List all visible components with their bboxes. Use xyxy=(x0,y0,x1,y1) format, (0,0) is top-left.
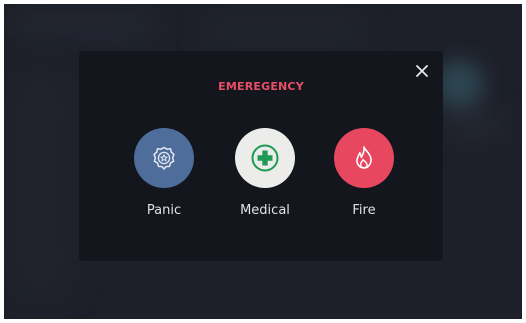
medical-cross-icon xyxy=(251,144,279,172)
medical-option[interactable]: Medical xyxy=(225,128,305,218)
app-background: EMEREGENCY Panic Medical Fire xyxy=(4,4,522,319)
fire-label: Fire xyxy=(352,203,376,218)
blurred-background-text xyxy=(444,116,504,130)
fire-button[interactable] xyxy=(334,128,394,188)
medical-label: Medical xyxy=(240,203,290,218)
emergency-modal: EMEREGENCY Panic Medical Fire xyxy=(79,51,443,261)
panic-button[interactable] xyxy=(134,128,194,188)
close-icon xyxy=(416,65,428,77)
modal-title: EMEREGENCY xyxy=(218,80,304,93)
panic-option[interactable]: Panic xyxy=(124,128,204,218)
panic-label: Panic xyxy=(146,203,182,218)
blurred-background-content xyxy=(14,16,154,36)
close-button[interactable] xyxy=(414,63,430,79)
medical-button[interactable] xyxy=(235,128,295,188)
fire-icon xyxy=(356,146,372,169)
police-badge-icon xyxy=(153,146,175,170)
fire-option[interactable]: Fire xyxy=(324,128,404,218)
blurred-background-header xyxy=(204,22,364,40)
blurred-background-sidebar xyxy=(4,64,74,304)
